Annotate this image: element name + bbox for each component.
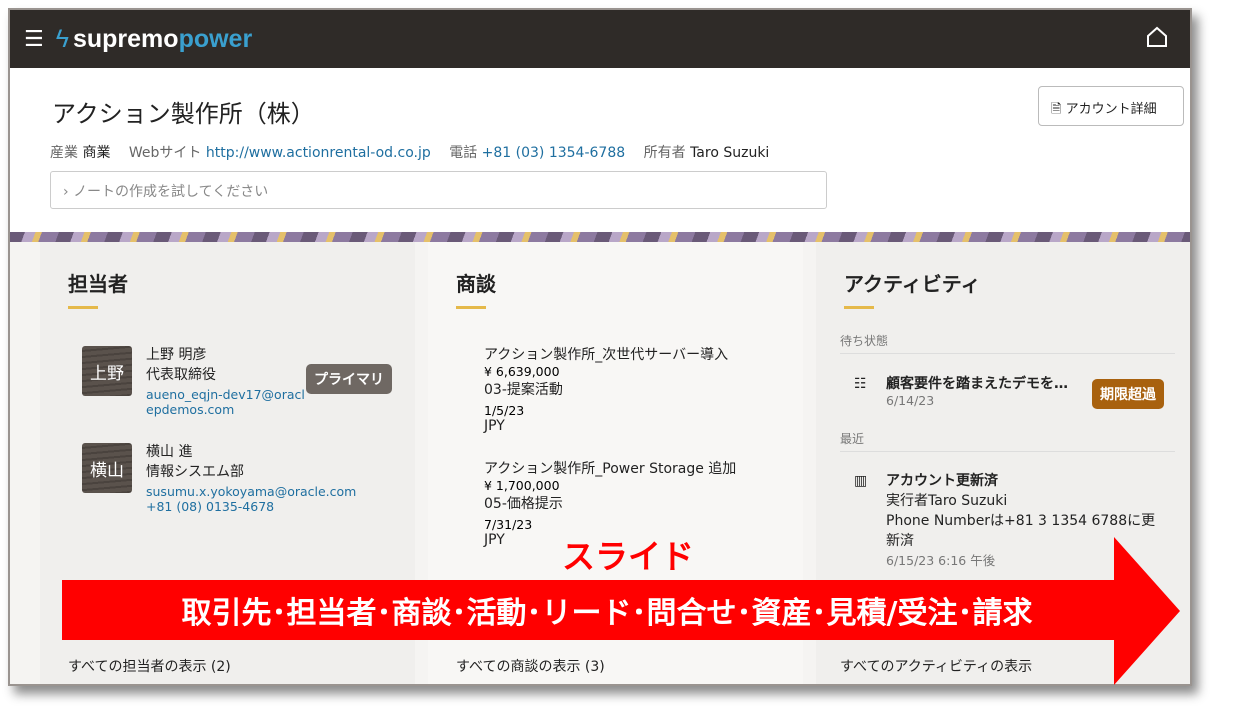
contact-email[interactable]: aueno_eqjn-dev17@oraclepdemos.com [146,387,306,417]
contact-role: 代表取締役 [146,367,216,383]
primary-badge: プライマリ [306,364,392,394]
deal-item: アクション製作所_次世代サーバー導入 ¥ 6,639,000 03-提案活動 1… [484,344,728,434]
activity-by: 実行者Taro Suzuki [886,493,1008,509]
account-detail-label: アカウント詳細 [1065,102,1157,117]
card-title: アクティビティ [844,272,981,296]
account-header: アクション製作所（株） 産業 商業 Webサイト http://www.acti… [10,68,1190,232]
section-label: 待ち状態 [840,334,889,348]
deal-name[interactable]: アクション製作所_Power Storage 追加 [484,458,736,478]
deal-stage: 05-価格提示 [484,496,563,512]
edit-document-icon: 🗎 [1051,102,1062,117]
chevron-right-icon: › [63,184,69,200]
owner-value: Taro Suzuki [690,145,770,161]
web-label: Webサイト [128,145,202,161]
deal-stage: 03-提案活動 [484,382,563,398]
note-input[interactable]: › ノートの作成を試してください [50,171,827,209]
page-title: アクション製作所（株） [52,100,315,128]
contact-role: 情報シスエム部 [146,464,244,480]
deal-date: 1/5/23 [484,403,525,418]
card-title: 担当者 [68,272,128,296]
account-meta: 産業 商業 Webサイト http://www.actionrental-od.… [50,142,783,162]
top-bar: ☰ ϟ supremopower [10,10,1190,68]
contact-phone[interactable]: +81 (08) 0135-4678 [146,499,356,514]
activity-date: 6/14/23 [886,393,935,408]
overdue-badge: 期限超過 [1092,379,1164,409]
contact-item: 横山 進 情報シスエム部 susumu.x.yokoyama@oracle.co… [146,441,356,514]
deal-currency: JPY [484,418,505,434]
website-link[interactable]: http://www.actionrental-od.co.jp [206,145,431,161]
industry-label: 産業 [50,145,78,161]
arrow-text: 取引先･担当者･商談･活動･リード･問合せ･資産･見積/受注･請求 [181,596,1033,631]
owner-label: 所有者 [643,145,686,161]
activity-title: アカウント更新済 [886,473,998,489]
logo[interactable]: ϟ supremopower [56,25,252,54]
phone-label: 電話 [449,145,478,161]
contact-name[interactable]: 上野 明彦 [146,344,306,364]
pending-activity[interactable]: 顧客要件を踏まえたデモを… 6/14/23 [886,373,1068,408]
building-icon: ▥ [854,473,868,489]
note-placeholder: ノートの作成を試してください [73,184,269,200]
section-label: 最近 [840,432,865,446]
hamburger-menu-icon[interactable]: ☰ [24,27,44,52]
avatar: 上野 [82,346,132,396]
contact-name[interactable]: 横山 進 [146,441,356,461]
deal-name[interactable]: アクション製作所_次世代サーバー導入 [484,344,728,364]
deal-amount: ¥ 1,700,000 [484,478,560,493]
contact-email[interactable]: susumu.x.yokoyama@oracle.com [146,484,356,499]
brand-text: supremo [72,24,179,53]
home-icon[interactable] [1146,26,1168,48]
avatar: 横山 [82,443,132,493]
brand-text-accent: power [178,24,253,53]
decorative-banner [10,232,1190,242]
card-title: 商談 [456,272,496,296]
phone-link[interactable]: +81 (03) 1354-6788 [482,145,626,161]
contact-item: 上野 明彦 代表取締役 aueno_eqjn-dev17@oraclepdemo… [146,344,306,417]
account-detail-button[interactable]: 🗎 アカウント詳細 [1038,86,1184,126]
task-list-icon: ☷ [854,376,867,392]
deal-amount: ¥ 6,639,000 [484,364,560,379]
activity-title: 顧客要件を踏まえたデモを… [886,376,1068,392]
slide-arrow: 取引先･担当者･商談･活動･リード･問合せ･資産･見積/受注･請求 [62,537,1180,685]
industry-value: 商業 [82,145,111,161]
